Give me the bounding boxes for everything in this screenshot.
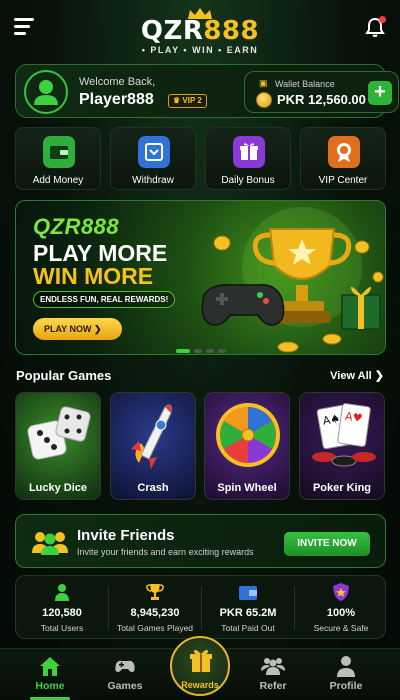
stat-total-games: 8,945,230 Total Games Played [109,576,201,640]
game-name: Crash [137,482,169,494]
nav-label: Home [35,680,65,692]
profile-icon [337,656,355,677]
stat-total-users: 120,580 Total Users [16,576,108,640]
quick-actions: Add Money Withdraw Daily Bonus VIP Cente… [15,127,386,190]
dice-icon [27,406,91,460]
promo-banner[interactable]: QZR888 PLAY MORE WIN MORE ENDLESS FUN, R… [15,200,386,355]
vip-center-button[interactable]: VIP Center [300,127,386,190]
withdraw-button[interactable]: Withdraw [110,127,196,190]
nav-refer[interactable]: Refer [237,649,309,700]
wallet-label: Wallet Balance [275,79,335,89]
notification-badge [379,16,386,23]
stats-bar: 120,580 Total Users 8,945,230 Total Game… [15,575,386,639]
nav-rewards[interactable]: Rewards [170,636,230,696]
avatar[interactable] [24,70,68,114]
app-header: QZR888 • PLAY • WIN • EARN [0,0,400,60]
invite-subtitle: Invite your friends and earn exciting re… [77,547,254,557]
game-card-poker-king[interactable]: A♠ A♥ Poker King [299,392,385,500]
nav-home[interactable]: Home [14,649,86,700]
banner-brand: QZR888 [33,214,120,239]
stat-secure: 100% Secure & Safe [295,576,387,640]
nav-label: Profile [329,680,363,692]
daily-bonus-label: Daily Bonus [221,175,275,186]
trophy-controller-illustration [201,207,384,353]
svg-text:A♥: A♥ [344,410,363,425]
carousel-dot[interactable] [176,349,190,353]
daily-bonus-button[interactable]: Daily Bonus [205,127,291,190]
cards-icon: A♠ A♥ [312,403,376,467]
wallet-stat-icon [239,586,257,600]
vip-badge: ♛ VIP 2 [168,94,207,108]
stat-value: PKR 65.2M [219,607,277,619]
add-money-button[interactable]: Add Money [15,127,101,190]
stat-value: 100% [326,607,356,619]
invite-friends-card: Invite Friends Invite your friends and e… [15,514,386,568]
coin-icon [256,92,272,108]
users-icon [55,584,69,601]
nav-label: Refer [259,680,287,692]
wheel-icon [216,403,280,467]
banner-headline-2: WIN MORE [33,263,154,289]
invite-title: Invite Friends [77,527,175,544]
nav-rewards-label: Rewards [181,680,219,690]
add-money-label: Add Money [32,175,84,186]
wallet-small-icon: ▣ [259,78,268,88]
popular-games-title: Popular Games [16,368,112,383]
stat-label: Total Games Played [116,623,194,633]
trophy-icon [146,584,164,600]
view-all-link[interactable]: View All ❯ [330,369,384,382]
banner-subtitle: ENDLESS FUN, REAL REWARDS! [33,291,176,308]
stat-label: Total Users [40,623,84,633]
game-card-crash[interactable]: Crash [110,392,196,500]
user-icon [34,80,58,105]
nav-profile[interactable]: Profile [310,649,382,700]
withdraw-icon [138,136,170,168]
withdraw-label: Withdraw [132,175,174,186]
game-name: Spin Wheel [217,482,277,494]
rocket-icon [131,404,172,469]
gamepad-icon [115,660,135,672]
gift-icon [233,136,265,168]
notifications-button[interactable] [364,16,386,38]
logo-text: QZR888 [140,16,260,46]
welcome-card: Welcome Back, Player888 ♛ VIP 2 ▣ Wallet… [15,64,399,118]
invite-now-button[interactable]: INVITE NOW [284,532,370,556]
username: Player888 [79,91,154,108]
welcome-greeting: Welcome Back, [79,76,156,88]
friends-icon [32,532,68,555]
game-card-spin-wheel[interactable]: Spin Wheel [204,392,290,500]
carousel-dot[interactable] [218,349,226,353]
stat-value: 120,580 [42,607,82,619]
nav-games[interactable]: Games [89,649,161,700]
play-now-button[interactable]: PLAY NOW ❯ [33,318,122,340]
carousel-dot[interactable] [194,349,202,353]
wallet-icon [43,136,75,168]
game-name: Poker King [312,482,372,494]
stat-label: Secure & Safe [313,623,369,633]
wallet-balance-box[interactable]: ▣ Wallet Balance PKR 12,560.00 + [244,71,399,113]
app-logo: QZR888 • PLAY • WIN • EARN [0,6,400,55]
refer-users-icon [261,658,285,675]
wallet-balance: PKR 12,560.00 [277,92,366,107]
rewards-gift-icon [190,649,212,672]
add-funds-button[interactable]: + [368,81,392,105]
shield-icon [333,583,349,601]
nav-label: Games [107,680,143,692]
crown-icon [188,8,212,19]
logo-tagline: • PLAY • WIN • EARN [141,45,259,55]
vip-center-label: VIP Center [318,175,368,186]
carousel-dot[interactable] [206,349,214,353]
stat-value: 8,945,230 [130,607,180,619]
vip-medal-icon [328,136,360,168]
stat-label: Total Paid Out [221,623,275,633]
home-icon [40,657,60,676]
game-name: Lucky Dice [28,482,88,494]
game-card-lucky-dice[interactable]: Lucky Dice [15,392,101,500]
stat-total-paid: PKR 65.2M Total Paid Out [202,576,294,640]
